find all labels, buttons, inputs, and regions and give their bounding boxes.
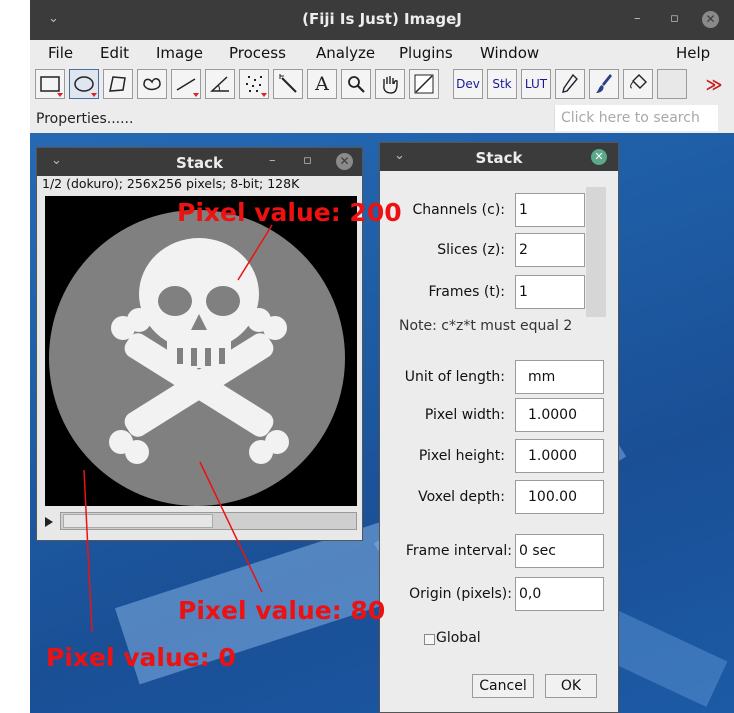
- close-icon[interactable]: ✕: [591, 149, 607, 165]
- status-bar: Properties...... Click here to search: [30, 104, 734, 133]
- pencil-tool-icon[interactable]: [555, 69, 585, 99]
- play-icon[interactable]: [45, 517, 53, 527]
- text-tool-icon[interactable]: A: [307, 69, 337, 99]
- main-titlebar: ⌄ (Fiji Is Just) ImageJ – ▫ ✕: [30, 0, 734, 40]
- minimize-icon[interactable]: –: [634, 11, 641, 26]
- global-checkbox-label: Global: [436, 630, 481, 646]
- menu-plugins[interactable]: Plugins: [399, 44, 453, 62]
- magnifier-tool-icon[interactable]: [341, 69, 371, 99]
- stk-menu-icon[interactable]: Stk: [487, 69, 517, 99]
- brush-tool-icon[interactable]: [589, 69, 619, 99]
- pixel-height-label: Pixel height:: [418, 448, 505, 464]
- search-input[interactable]: Click here to search: [554, 105, 718, 131]
- stack-properties-dialog: ⌄ Stack ✕ Channels (c): 1 Slices (z): 2 …: [379, 142, 619, 713]
- minimize-icon[interactable]: –: [269, 153, 276, 168]
- color-picker-tool-icon[interactable]: [409, 69, 439, 99]
- menu-analyze[interactable]: Analyze: [316, 44, 375, 62]
- menu-help[interactable]: Help: [676, 44, 710, 62]
- empty-tool-slot: [657, 69, 687, 99]
- imagej-main-window: ⌄ (Fiji Is Just) ImageJ – ▫ ✕ File Edit …: [30, 0, 734, 133]
- frames-label: Frames (t):: [428, 284, 506, 300]
- main-window-title: (Fiji Is Just) ImageJ: [302, 10, 462, 28]
- menu-window[interactable]: Window: [480, 44, 539, 62]
- hand-tool-icon[interactable]: [375, 69, 405, 99]
- frames-field[interactable]: 1: [515, 275, 585, 309]
- more-tools-icon[interactable]: ≫: [699, 69, 729, 99]
- maximize-icon[interactable]: ▫: [303, 153, 312, 168]
- unit-label: Unit of length:: [404, 369, 505, 385]
- skull-and-crossbones-image: [45, 196, 357, 506]
- angle-tool-icon[interactable]: [205, 69, 235, 99]
- dev-menu-icon[interactable]: Dev: [453, 69, 483, 99]
- flood-fill-tool-icon[interactable]: [623, 69, 653, 99]
- stack-slice-slider[interactable]: [45, 512, 357, 532]
- wand-tool-icon[interactable]: [273, 69, 303, 99]
- menu-bar: File Edit Image Process Analyze Plugins …: [30, 40, 734, 67]
- global-checkbox[interactable]: [424, 634, 435, 645]
- close-icon[interactable]: ✕: [702, 11, 719, 28]
- dialog-title: Stack: [475, 149, 523, 167]
- menu-image[interactable]: Image: [156, 44, 203, 62]
- polygon-tool-icon[interactable]: [103, 69, 133, 99]
- menu-process[interactable]: Process: [229, 44, 286, 62]
- dialog-scrollbar[interactable]: [586, 187, 606, 317]
- image-info-line: 1/2 (dokuro); 256x256 pixels; 8-bit; 128…: [42, 176, 300, 191]
- image-canvas[interactable]: [45, 196, 357, 506]
- dialog-note: Note: c*z*t must equal 2: [399, 318, 573, 334]
- cancel-button[interactable]: Cancel: [472, 674, 534, 698]
- channels-field[interactable]: 1: [515, 193, 585, 227]
- unit-field[interactable]: mm: [515, 360, 604, 394]
- voxel-depth-field[interactable]: 100.00: [515, 480, 604, 514]
- maximize-icon[interactable]: ▫: [670, 11, 679, 26]
- dialog-titlebar: ⌄ Stack ✕: [380, 143, 618, 171]
- annotation-background-value: Pixel value: 0: [46, 643, 236, 672]
- pixel-width-label: Pixel width:: [424, 407, 505, 423]
- multipoint-tool-icon[interactable]: [239, 69, 269, 99]
- pixel-width-field[interactable]: 1.0000: [515, 398, 604, 432]
- slices-field[interactable]: 2: [515, 233, 585, 267]
- stack-window-title: Stack: [176, 154, 223, 172]
- close-icon[interactable]: ✕: [336, 153, 353, 170]
- line-tool-icon[interactable]: [171, 69, 201, 99]
- origin-field[interactable]: 0,0: [515, 577, 604, 611]
- status-text: Properties......: [36, 111, 134, 127]
- frame-interval-field[interactable]: 0 sec: [515, 534, 604, 568]
- voxel-depth-label: Voxel depth:: [418, 489, 505, 505]
- annotation-skull-value: Pixel value: 200: [177, 198, 402, 227]
- pixel-height-field[interactable]: 1.0000: [515, 439, 604, 473]
- stack-window-titlebar: ⌄ Stack – ▫ ✕: [37, 148, 362, 176]
- slice-scroll-thumb[interactable]: [63, 514, 213, 528]
- slice-scrollbar[interactable]: [60, 512, 357, 530]
- channels-label: Channels (c):: [412, 202, 505, 218]
- origin-label: Origin (pixels):: [409, 586, 512, 602]
- menu-file[interactable]: File: [48, 44, 73, 62]
- menu-edit[interactable]: Edit: [100, 44, 129, 62]
- lut-menu-icon[interactable]: LUT: [521, 69, 551, 99]
- rectangle-tool-icon[interactable]: [35, 69, 65, 99]
- ok-button[interactable]: OK: [545, 674, 597, 698]
- freehand-tool-icon[interactable]: [137, 69, 167, 99]
- annotation-circle-value: Pixel value: 80: [178, 596, 386, 625]
- frame-interval-label: Frame interval:: [405, 543, 512, 559]
- slices-label: Slices (z):: [437, 242, 505, 258]
- oval-tool-icon[interactable]: [69, 69, 99, 99]
